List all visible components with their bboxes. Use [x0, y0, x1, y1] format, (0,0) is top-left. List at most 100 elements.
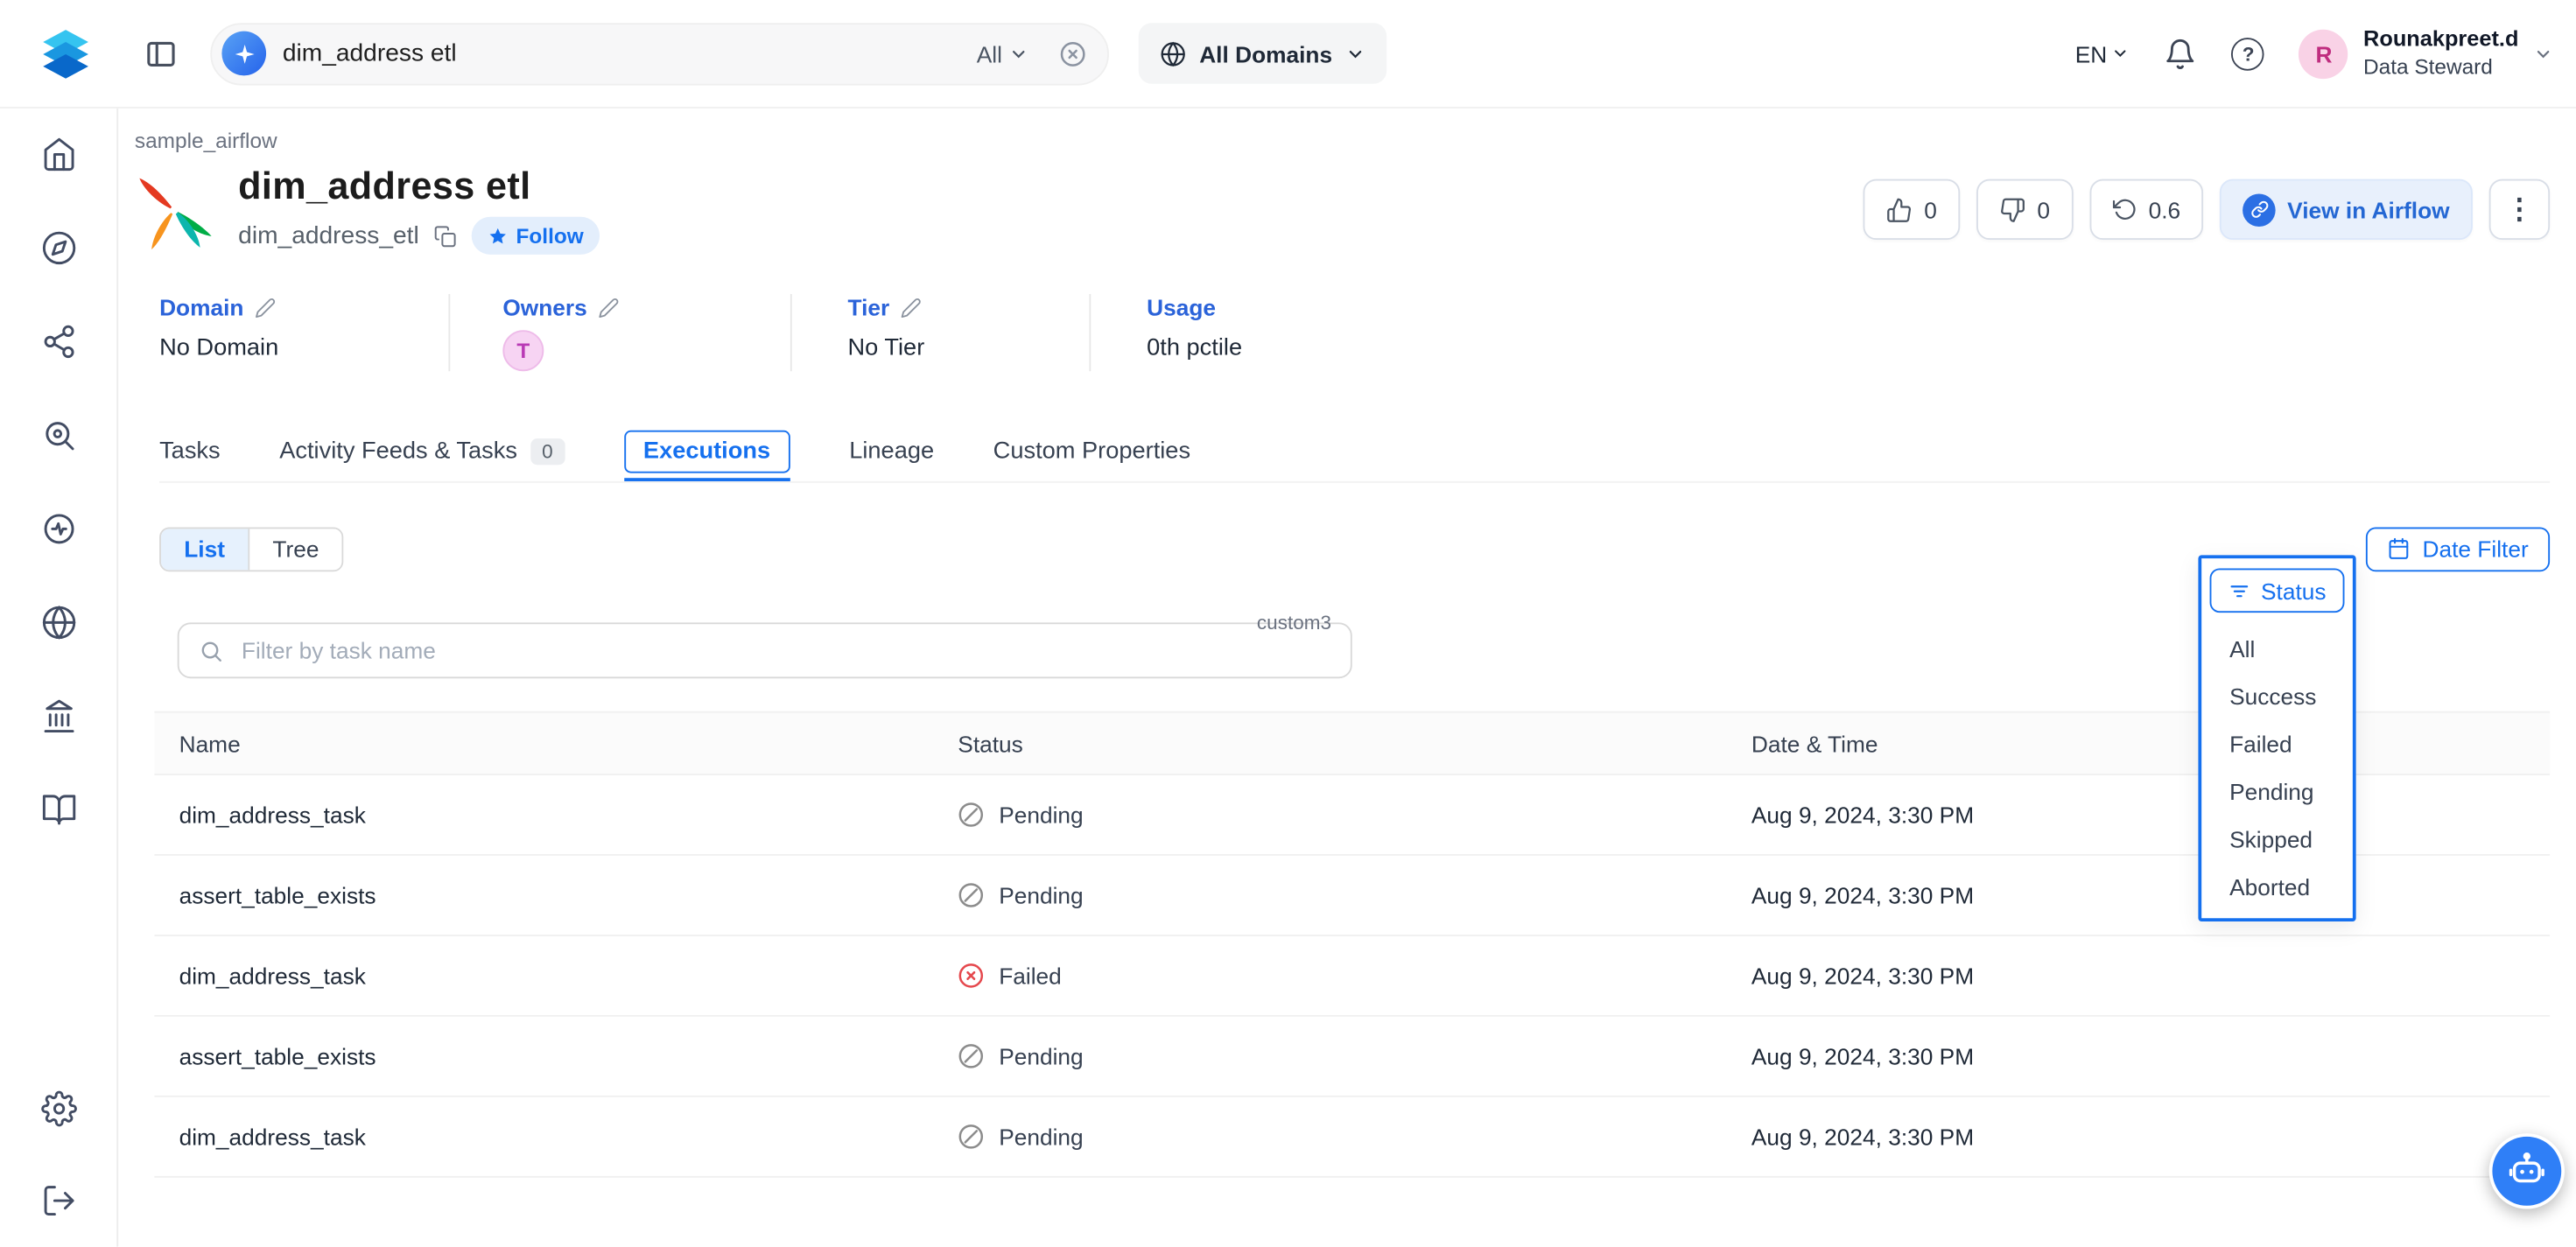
- table-row[interactable]: dim_address_taskPendingAug 9, 2024, 3:30…: [154, 775, 2550, 856]
- status-label: Pending: [999, 802, 1083, 828]
- downvote-count: 0: [2037, 196, 2050, 222]
- user-menu[interactable]: R Rounakpreet.d Data Steward: [2299, 26, 2553, 81]
- edit-pencil-icon[interactable]: [901, 297, 922, 318]
- task-datetime: Aug 9, 2024, 3:30 PM: [1751, 1124, 2550, 1150]
- owners-label-row: Owners: [502, 294, 790, 320]
- task-filter-input[interactable]: [238, 635, 1330, 665]
- usage-value: 0th pctile: [1147, 335, 1242, 361]
- chevron-down-icon: [2112, 45, 2130, 63]
- date-filter-label: Date Filter: [2422, 536, 2528, 562]
- tier-value: No Tier: [848, 335, 1090, 361]
- bank-icon: [40, 698, 76, 734]
- pending-status-icon: [958, 882, 984, 908]
- logout-icon: [40, 1182, 76, 1218]
- task-filter: [178, 622, 1352, 678]
- table-row[interactable]: assert_table_existsPendingAug 9, 2024, 3…: [154, 1017, 2550, 1097]
- sidebar-item-explore[interactable]: [25, 215, 91, 281]
- sidebar-item-home[interactable]: [25, 122, 91, 187]
- sidebar-item-incident-manager[interactable]: [25, 496, 91, 562]
- tab-executions[interactable]: Executions: [623, 430, 790, 473]
- language-label: EN: [2075, 40, 2108, 67]
- task-status: Pending: [958, 802, 1751, 828]
- table-row[interactable]: dim_address_taskPendingAug 9, 2024, 3:30…: [154, 1097, 2550, 1178]
- topbar: dim_address etl All All Domains: [0, 0, 2576, 109]
- edit-pencil-icon[interactable]: [256, 297, 277, 318]
- status-option-aborted[interactable]: Aborted: [2201, 862, 2353, 909]
- tab-activity-feeds-tasks[interactable]: Activity Feeds & Tasks0: [279, 430, 565, 473]
- task-status: Pending: [958, 1124, 1751, 1150]
- domain-label: Domain: [159, 294, 243, 320]
- notifications-bell-icon[interactable]: [2165, 37, 2198, 70]
- entity-meta-row: Domain No Domain Owners T: [159, 294, 2550, 371]
- meta-tier: Tier No Tier: [792, 294, 1091, 371]
- status-option-failed[interactable]: Failed: [2201, 719, 2353, 767]
- page-title: dim_address etl: [238, 165, 600, 209]
- graph-share-icon: [40, 324, 76, 360]
- more-actions-button[interactable]: ⋮: [2489, 179, 2550, 240]
- table-row[interactable]: assert_table_existsPendingAug 9, 2024, 3…: [154, 856, 2550, 936]
- view-toggle-list[interactable]: List: [161, 528, 249, 569]
- task-name: dim_address_task: [154, 1124, 958, 1150]
- global-search-bar[interactable]: dim_address etl All: [210, 22, 1109, 84]
- chat-assistant-fab[interactable]: [2489, 1133, 2565, 1208]
- language-selector[interactable]: EN: [2075, 40, 2130, 67]
- sidebar-item-lineage[interactable]: [25, 309, 91, 375]
- globe-icon: [40, 605, 76, 641]
- tab-custom-properties[interactable]: Custom Properties: [993, 430, 1190, 473]
- view-in-airflow-button[interactable]: View in Airflow: [2220, 179, 2473, 240]
- sidebar-item-observability[interactable]: [25, 403, 91, 468]
- sidebar-item-domains[interactable]: [25, 590, 91, 655]
- copy-icon[interactable]: [434, 224, 457, 247]
- upvote-button[interactable]: 0: [1864, 179, 1960, 240]
- breadcrumb[interactable]: sample_airflow: [135, 128, 2550, 152]
- follow-button[interactable]: Follow: [472, 217, 600, 255]
- all-domains-button[interactable]: All Domains: [1139, 23, 1386, 83]
- search-query-text[interactable]: dim_address etl: [283, 39, 960, 67]
- edit-pencil-icon[interactable]: [599, 297, 620, 318]
- table-row[interactable]: dim_address_taskFailedAug 9, 2024, 3:30 …: [154, 936, 2550, 1017]
- entity-subtitle: dim_address_etl Follow: [238, 217, 600, 255]
- executions-controls: List Tree Date Filter: [159, 526, 2550, 572]
- status-filter-dropdown: Status AllSuccessFailedPendingSkippedAbo…: [2198, 555, 2355, 921]
- column-header-datetime: Date & Time: [1751, 730, 2550, 756]
- status-option-success[interactable]: Success: [2201, 672, 2353, 719]
- version-button[interactable]: 0.6: [2089, 179, 2203, 240]
- tab-label: Tasks: [159, 438, 221, 464]
- view-toggle-tree[interactable]: Tree: [249, 528, 342, 569]
- sidebar-item-settings[interactable]: [25, 1075, 91, 1141]
- task-name: dim_address_task: [154, 802, 958, 828]
- sidebar-item-logout[interactable]: [25, 1168, 91, 1234]
- status-label: Failed: [999, 963, 1062, 989]
- sidebar-item-glossary[interactable]: [25, 777, 91, 843]
- home-icon: [40, 137, 76, 172]
- all-domains-label: All Domains: [1199, 40, 1332, 67]
- topbar-right-cluster: EN ? R Rounakpreet.d Data Steward: [2075, 26, 2553, 81]
- clear-search-icon[interactable]: [1058, 39, 1088, 68]
- sidebar-item-governance[interactable]: [25, 683, 91, 749]
- thumbs-up-icon: [1886, 196, 1913, 222]
- help-icon[interactable]: ?: [2232, 37, 2265, 70]
- sidebar-bottom-group: [25, 1075, 91, 1233]
- status-filter-button[interactable]: Status: [2210, 568, 2345, 613]
- search-scope-label: All: [977, 40, 1002, 67]
- status-option-all[interactable]: All: [2201, 624, 2353, 671]
- downvote-button[interactable]: 0: [1976, 179, 2073, 240]
- follow-label: Follow: [516, 223, 583, 248]
- upvote-count: 0: [1924, 196, 1937, 222]
- search-scope-dropdown[interactable]: All: [977, 40, 1028, 67]
- owner-avatar[interactable]: T: [502, 330, 544, 371]
- task-status: Pending: [958, 882, 1751, 908]
- task-status: Pending: [958, 1043, 1751, 1069]
- date-filter-button[interactable]: Date Filter: [2367, 527, 2550, 571]
- sidebar-toggle-icon[interactable]: [144, 37, 178, 70]
- user-avatar: R: [2299, 29, 2348, 78]
- status-option-skipped[interactable]: Skipped: [2201, 815, 2353, 862]
- user-role: Data Steward: [2363, 54, 2518, 81]
- thumbs-down-icon: [1999, 196, 2025, 222]
- chevron-down-icon: [2533, 44, 2553, 64]
- status-option-pending[interactable]: Pending: [2201, 767, 2353, 815]
- tab-tasks[interactable]: Tasks: [159, 430, 221, 473]
- owners-label: Owners: [502, 294, 586, 320]
- app-window: dim_address etl All All Domains: [0, 0, 2576, 1247]
- tab-lineage[interactable]: Lineage: [849, 430, 934, 473]
